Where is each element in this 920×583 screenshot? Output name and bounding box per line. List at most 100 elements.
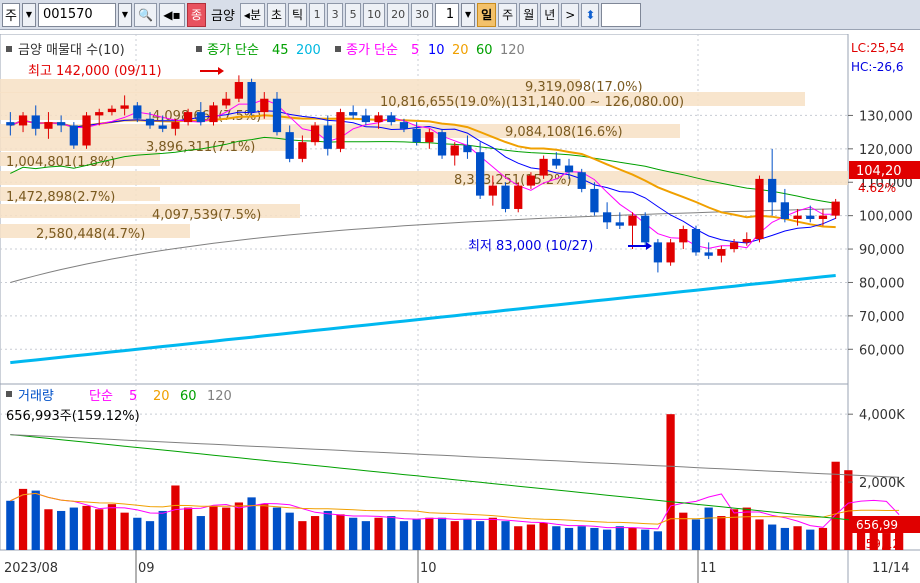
interval-spin-value: 1 <box>445 7 455 22</box>
candle-down <box>323 125 332 149</box>
next-button[interactable]: > <box>561 2 580 27</box>
volume-bar <box>44 509 53 550</box>
candle-up <box>44 122 53 129</box>
price-badge-text: 104,20 <box>856 164 902 179</box>
candle-down <box>590 188 599 213</box>
legend-ma-60: 60 <box>476 43 493 58</box>
candle-up <box>171 122 180 129</box>
interval-spin-input[interactable]: 1 <box>435 2 460 27</box>
candle-up <box>120 105 129 109</box>
volume-bar <box>577 526 586 550</box>
legend-volume-ma-20: 20 <box>153 389 170 404</box>
legend-square-icon <box>6 391 12 397</box>
price-tick-label: 100,000 <box>859 210 913 225</box>
interval-20-button[interactable]: 20 <box>387 2 410 27</box>
extra-input[interactable] <box>601 2 642 27</box>
volume-profile-bar <box>0 79 580 93</box>
volume-bar <box>463 519 472 550</box>
legend-volume-ma-60: 60 <box>180 389 197 404</box>
volume-bar <box>488 517 497 550</box>
volume-bar <box>171 485 180 550</box>
period-second-button[interactable]: 초 <box>267 2 287 27</box>
volume-bar <box>691 519 701 550</box>
volume-bar <box>755 519 764 550</box>
time-tick-label: 11/14 <box>872 561 909 576</box>
legend-square-icon <box>196 46 202 52</box>
legend-volume-ma-label: 단순 <box>89 389 113 404</box>
volume-bar <box>501 521 510 550</box>
candle-down <box>602 212 612 223</box>
candle-down <box>615 222 624 226</box>
volume-bar <box>95 509 104 550</box>
interval-10-label: 10 <box>367 8 382 21</box>
code-dropdown-icon[interactable]: ▼ <box>118 2 132 27</box>
interval-5-button[interactable]: 5 <box>345 2 362 27</box>
period-tick-button[interactable]: 틱 <box>288 2 308 27</box>
period-day-button[interactable]: 일 <box>477 2 497 27</box>
volume-bar <box>82 505 91 550</box>
search-button[interactable]: 🔍 <box>134 2 157 27</box>
candle-down <box>564 165 574 173</box>
interval-30-button[interactable]: 30 <box>411 2 434 27</box>
price-tick-label: 130,000 <box>859 109 913 124</box>
price-tick-label: 70,000 <box>859 310 905 325</box>
volume-bar <box>539 522 548 550</box>
candle-down <box>501 185 510 209</box>
volume-bar <box>209 505 218 550</box>
updown-button[interactable]: ⬍ <box>581 2 600 27</box>
interval-spin-dropdown-icon[interactable]: ▼ <box>461 2 476 27</box>
sound-button[interactable]: ◀▪ <box>158 2 185 27</box>
volume-bar <box>399 521 409 550</box>
legend-volume-ma-5: 5 <box>129 389 137 404</box>
volume-bar <box>768 524 777 550</box>
market-select[interactable]: 주 <box>2 2 20 27</box>
stock-name: 금양 <box>211 9 235 24</box>
volume-bar <box>590 527 599 550</box>
time-tick-label: 10 <box>420 561 437 576</box>
interval-3-button[interactable]: 3 <box>327 2 344 27</box>
period-year-button[interactable]: 년 <box>540 2 560 27</box>
candle-down <box>463 145 472 153</box>
volume-bar <box>133 517 142 550</box>
volume-profile-label: 9,084,108(16.6%) <box>505 125 623 140</box>
candle-up <box>234 82 244 99</box>
legend-square-icon <box>335 46 341 52</box>
volume-pct-badge-text: 159,12 <box>858 537 900 551</box>
candle-down <box>412 128 421 143</box>
stock-type-tag: 종 <box>186 2 206 27</box>
price-tick-label: 80,000 <box>859 276 905 291</box>
code-input[interactable]: 001570 <box>38 2 116 27</box>
candle-down <box>247 82 256 113</box>
volume-bar <box>196 516 205 550</box>
volume-bar <box>666 414 675 550</box>
volume-bar <box>222 507 231 550</box>
volume-bar <box>717 516 726 550</box>
period-year-label: 년 <box>544 8 556 22</box>
candle-down <box>31 115 40 129</box>
candle-down <box>653 242 663 263</box>
legend-ma-45: 45 <box>272 43 289 58</box>
period-week-button[interactable]: 주 <box>498 2 518 27</box>
volume-bar <box>272 507 282 550</box>
period-week-label: 주 <box>502 8 514 22</box>
candle-down <box>285 132 294 159</box>
volume-tick-label: 2,000K <box>859 476 905 491</box>
period-tick-label: 틱 <box>292 8 304 22</box>
candle-up <box>831 201 840 216</box>
volume-profile-label: 8,333,251(15.2%) <box>454 173 572 188</box>
interval-1-button[interactable]: 1 <box>309 2 326 27</box>
candle-down <box>349 112 358 116</box>
volume-bar <box>285 512 294 550</box>
period-minute-button[interactable]: ◂분 <box>239 2 265 27</box>
stock-chart-svg: 9,319,098(17.0%)10,816,655(19.0%)(131,14… <box>0 33 920 583</box>
interval-10-button[interactable]: 10 <box>363 2 386 27</box>
legend-ma-short-label: 종가 단순 <box>346 43 398 58</box>
toolbar: 주 ▼ 001570 ▼ 🔍 ◀▪ 종 금양 ◂분 초 틱 1 3 5 10 2… <box>0 0 920 30</box>
period-second-label: 초 <box>271 8 283 22</box>
period-month-button[interactable]: 월 <box>519 2 539 27</box>
price-tick-label: 60,000 <box>859 343 905 358</box>
candle-up <box>742 239 751 243</box>
volume-bar <box>476 521 485 550</box>
volume-bar <box>425 517 434 550</box>
market-dropdown-icon[interactable]: ▼ <box>22 2 36 27</box>
